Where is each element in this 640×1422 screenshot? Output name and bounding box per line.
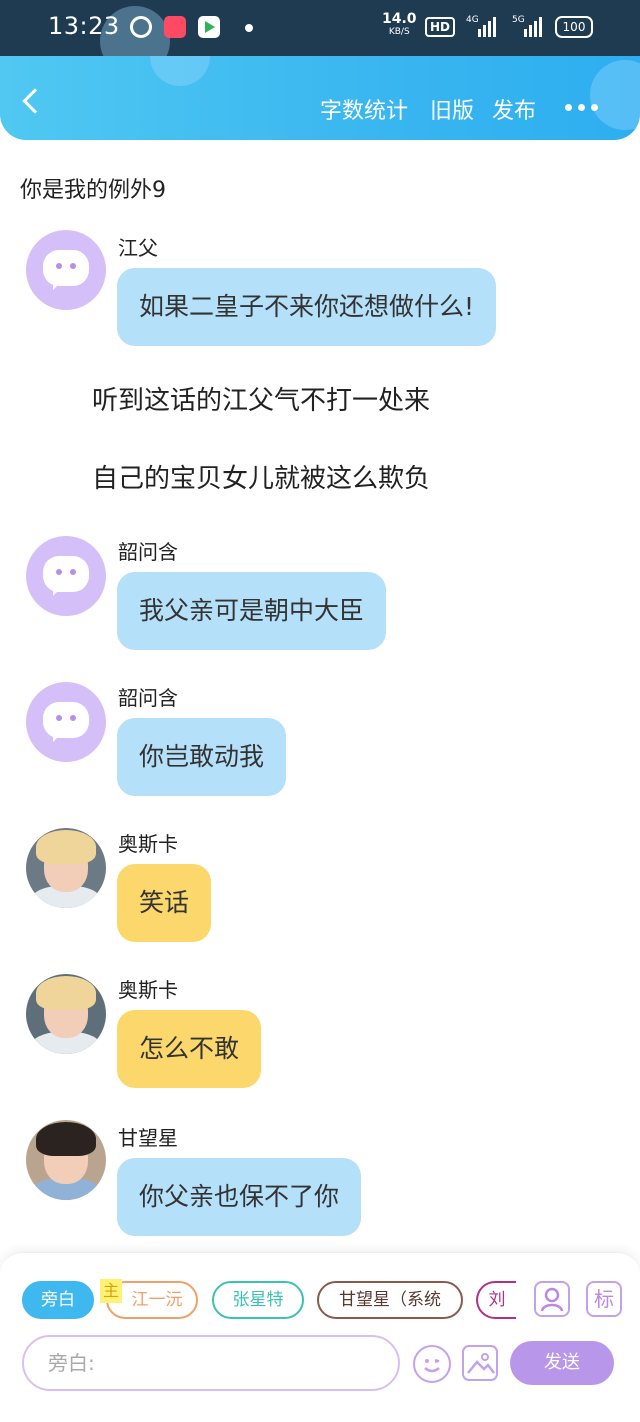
image-icon[interactable] [462,1345,498,1381]
story-title[interactable]: 你是我的例外9 [20,172,166,204]
battery-icon: 100 [555,16,593,38]
narration-text[interactable]: 自己的宝贝女儿就被这么欺负 [92,458,430,495]
app-header: 字数统计 旧版 发布 [0,56,640,140]
message-bubble[interactable]: 你岂敢动我 [117,718,287,796]
chat-bubble-icon [43,702,89,742]
sender-name: 韶问含 [118,686,178,710]
sender-name: 甘望星 [118,1126,178,1150]
character-chip-gan[interactable]: 甘望星（系统 [317,1281,463,1319]
signal-5g-icon [524,15,542,37]
user-avatar[interactable] [26,974,106,1054]
network-4g-label: 4G [466,15,479,25]
sender-name: 奥斯卡 [118,832,178,856]
message-bubble[interactable]: 怎么不敢 [117,1010,262,1088]
user-avatar[interactable] [26,828,106,908]
network-5g-label: 5G [512,15,525,25]
message-bubble[interactable]: 我父亲可是朝中大臣 [117,572,387,650]
character-chip-zhang[interactable]: 张星特 [212,1281,304,1319]
send-button[interactable]: 发送 [510,1341,614,1385]
more-options-icon[interactable] [565,104,598,111]
decorative-bubble [150,56,210,86]
label-button[interactable]: 标 [586,1281,622,1317]
network-speed: 14.0 KB/S [382,11,417,37]
play-store-icon [198,16,220,38]
character-chip-liu[interactable]: 刘 [476,1281,516,1319]
user-avatar[interactable] [26,1120,106,1200]
character-chip-narrator[interactable]: 旁白 [22,1281,94,1319]
narration-text[interactable]: 听到这话的江父气不打一处来 [92,380,430,417]
default-avatar[interactable] [26,230,106,310]
message-input[interactable]: 旁白: [22,1335,400,1391]
message-bubble[interactable]: 如果二皇子不来你还想做什么! [117,268,497,346]
sender-name: 韶问含 [118,540,178,564]
message-bubble[interactable]: 你父亲也保不了你 [117,1158,362,1236]
message-bubble[interactable]: 笑话 [117,864,212,942]
default-avatar[interactable] [26,682,106,762]
chat-bubble-icon [43,556,89,596]
main-character-tag: 主 [100,1279,122,1303]
back-arrow-icon[interactable] [22,88,48,114]
person-icon[interactable] [534,1281,570,1317]
weibo-icon [130,16,152,38]
word-count-button[interactable]: 字数统计 [320,93,408,125]
signal-4g-icon [478,15,496,37]
kuaishou-icon [164,16,186,38]
old-version-button[interactable]: 旧版 [430,93,474,125]
composer-panel: 旁白 江一沅 主 张星特 甘望星（系统 刘 标 旁白: 发送 [0,1252,640,1422]
emoji-icon[interactable] [413,1345,451,1383]
sender-name: 江父 [118,236,158,260]
decorative-bubble [590,60,640,130]
notification-dot-icon [245,24,253,32]
default-avatar[interactable] [26,536,106,616]
story-title-bar: 你是我的例外9 [0,160,640,212]
status-bar: 13:23 14.0 KB/S HD 4G 5G 100 [0,0,640,56]
sender-name: 奥斯卡 [118,978,178,1002]
status-time: 13:23 [48,12,120,40]
hd-badge: HD [425,17,456,37]
chat-bubble-icon [43,250,89,290]
publish-button[interactable]: 发布 [492,93,536,125]
